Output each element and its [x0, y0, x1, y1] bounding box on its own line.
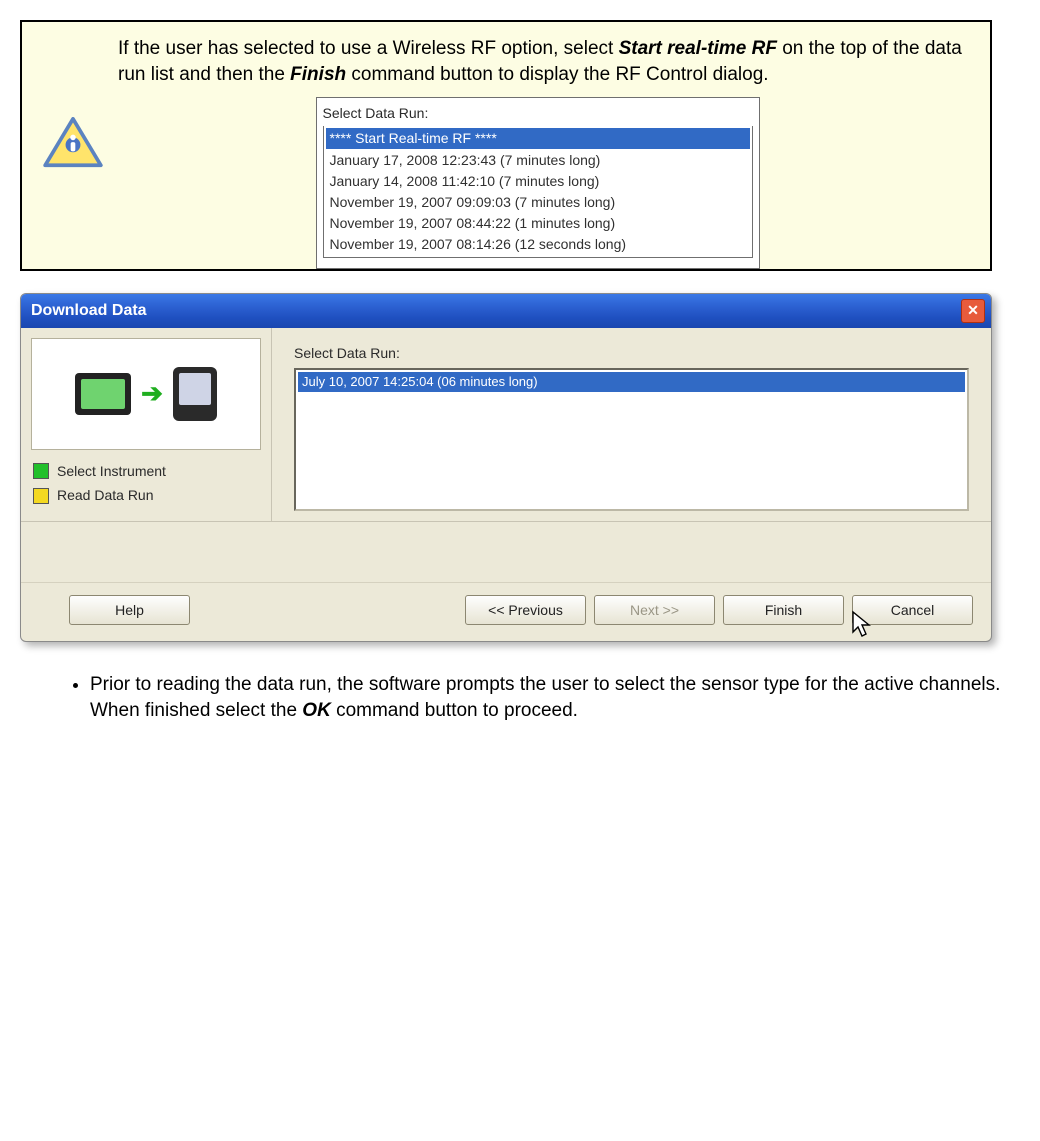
- step-status-icon: [33, 463, 49, 479]
- download-data-dialog: Download Data ✕ ➔ Select Instrument: [20, 293, 992, 643]
- mini-list-row[interactable]: January 14, 2008 11:42:10 (7 minutes lon…: [326, 171, 750, 192]
- wizard-step-read-data-run[interactable]: Read Data Run: [33, 486, 259, 505]
- mini-list-row[interactable]: November 19, 2007 08:14:26 (12 seconds l…: [326, 234, 750, 255]
- select-data-run-label: Select Data Run:: [294, 344, 969, 363]
- device-illustration: ➔: [31, 338, 261, 450]
- finish-button[interactable]: Finish: [723, 595, 844, 625]
- mini-list-row[interactable]: November 19, 2007 09:09:03 (7 minutes lo…: [326, 192, 750, 213]
- tip-text-b1: Start real-time RF: [619, 38, 777, 59]
- cursor-icon: [851, 610, 873, 643]
- tip-text-p1: If the user has selected to use a Wirele…: [118, 38, 619, 59]
- mini-list-selected[interactable]: **** Start Real-time RF ****: [326, 128, 750, 149]
- tip-text: If the user has selected to use a Wirele…: [118, 36, 972, 87]
- instruction-item: Prior to reading the data run, the softw…: [90, 672, 1024, 723]
- dialog-sidebar: ➔ Select Instrument Read Data Run: [21, 328, 272, 522]
- step-status-icon: [33, 488, 49, 504]
- step-label: Select Instrument: [57, 462, 166, 481]
- close-button[interactable]: ✕: [961, 299, 985, 323]
- previous-button[interactable]: << Previous: [465, 595, 586, 625]
- dialog-titlebar[interactable]: Download Data ✕: [21, 294, 991, 328]
- dialog-title: Download Data: [31, 300, 147, 322]
- mini-list-row[interactable]: January 17, 2008 12:23:43 (7 minutes lon…: [326, 150, 750, 171]
- info-icon: [43, 117, 103, 177]
- tip-text-p3: command button to display the RF Control…: [346, 64, 768, 85]
- instruction-bullet: Prior to reading the data run, the softw…: [20, 672, 1024, 723]
- tip-text-b2: Finish: [290, 64, 346, 85]
- data-run-item[interactable]: July 10, 2007 14:25:04 (06 minutes long): [298, 372, 965, 392]
- help-button[interactable]: Help: [69, 595, 190, 625]
- mini-list-row[interactable]: November 19, 2007 08:44:22 (1 minutes lo…: [326, 213, 750, 234]
- mini-list-label: Select Data Run:: [323, 104, 753, 123]
- arrow-right-icon: ➔: [141, 376, 163, 411]
- data-run-listbox[interactable]: July 10, 2007 14:25:04 (06 minutes long): [294, 368, 969, 511]
- step-label: Read Data Run: [57, 486, 154, 505]
- tip-box: If the user has selected to use a Wirele…: [20, 20, 992, 271]
- close-icon: ✕: [967, 301, 979, 320]
- dialog-button-row: Help << Previous Next >> Finish Cancel: [21, 582, 991, 641]
- wizard-step-select-instrument[interactable]: Select Instrument: [33, 462, 259, 481]
- mini-list-image: Select Data Run: **** Start Real-time RF…: [103, 97, 972, 268]
- instruction-p2: command button to proceed.: [331, 700, 578, 721]
- next-button: Next >>: [594, 595, 715, 625]
- instruction-b1: OK: [302, 700, 331, 721]
